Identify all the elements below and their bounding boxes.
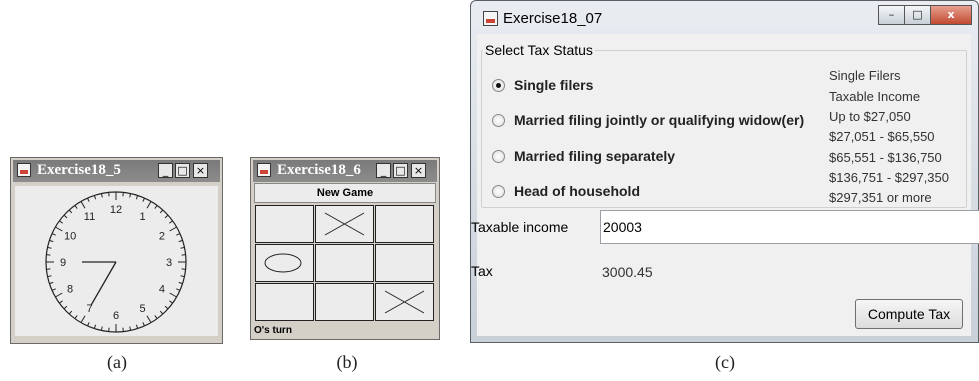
java-app-icon [483, 11, 498, 26]
caption-a: (a) [107, 352, 127, 372]
window-title: Exercise18_07 [503, 10, 603, 27]
clock-face: 121234567891011 [15, 186, 218, 336]
clock-number: 10 [64, 231, 76, 243]
tax-label: Tax [471, 263, 493, 279]
minimize-button[interactable]: – [878, 5, 905, 25]
radio-button[interactable] [492, 114, 505, 127]
radio-label[interactable]: Head of household [514, 183, 640, 199]
info-line: $65,551 - $136,750 [829, 150, 942, 165]
radio-label[interactable]: Single filers [514, 77, 593, 93]
info-line: $297,351 or more [829, 190, 932, 205]
close-button[interactable]: x [930, 5, 972, 25]
x-mark [324, 212, 365, 236]
info-line: Taxable Income [829, 89, 921, 104]
board-cell[interactable] [255, 283, 314, 321]
title-bar[interactable]: Exercise18_5 _ □ × [13, 160, 220, 182]
clock-number: 6 [113, 310, 119, 322]
minimize-button[interactable]: _ [158, 163, 173, 178]
turn-status: O's turn [254, 325, 292, 336]
clock-number: 5 [139, 303, 145, 315]
board-cell[interactable] [375, 283, 434, 321]
java-app-icon [257, 163, 271, 177]
close-button[interactable]: × [193, 163, 208, 178]
maximize-button[interactable]: □ [904, 5, 931, 25]
close-button[interactable]: × [411, 163, 426, 178]
taxable-income-label: Taxable income [471, 219, 569, 235]
caption-b: (b) [336, 352, 358, 372]
new-game-button[interactable]: New Game [254, 183, 436, 203]
clock-number: 8 [67, 284, 73, 296]
board-cell[interactable] [255, 205, 314, 243]
window-content: Select Tax Status Single filers Married … [471, 34, 979, 336]
compute-tax-button[interactable]: Compute Tax [855, 299, 963, 329]
info-line: $27,051 - $65,550 [829, 129, 935, 144]
clock-number: 4 [159, 284, 165, 296]
group-label: Select Tax Status [483, 42, 595, 58]
info-line: $136,751 - $297,350 [829, 170, 949, 185]
window-title: Exercise18_6 [277, 162, 361, 178]
window-title: Exercise18_5 [37, 162, 121, 178]
board-cell[interactable] [375, 244, 434, 282]
board-cell[interactable] [315, 244, 374, 282]
maximize-button[interactable]: □ [393, 163, 408, 178]
radio-button[interactable] [492, 185, 505, 198]
clock-number: 3 [166, 257, 172, 269]
maximize-button[interactable]: □ [175, 163, 190, 178]
clock-number: 2 [159, 231, 165, 243]
board-cell[interactable] [315, 205, 374, 243]
tax-value: 3000.45 [602, 264, 653, 280]
x-mark [384, 290, 425, 314]
clock-window: Exercise18_5 _ □ × 12 1 2 3 4 5 6 7 8 9 10 11 [10, 157, 223, 344]
info-line: Single Filers [829, 68, 901, 83]
radio-label[interactable]: Married filing separately [514, 148, 675, 164]
game-board [254, 205, 436, 323]
o-mark [264, 253, 302, 273]
board-cell[interactable] [315, 283, 374, 321]
clock-number: 1 [139, 211, 145, 223]
radio-button[interactable] [492, 150, 505, 163]
tax-window: Exercise18_07 – □ x Select Tax Status Si… [470, 0, 979, 343]
board-cell[interactable] [375, 205, 434, 243]
radio-button[interactable] [492, 79, 505, 92]
minimize-button[interactable]: _ [376, 163, 391, 178]
title-bar[interactable]: Exercise18_6 _ □ × [253, 160, 437, 182]
taxable-income-input[interactable]: 20003 [600, 210, 979, 244]
clock-number: 9 [60, 257, 66, 269]
board-cell[interactable] [255, 244, 314, 282]
info-line: Up to $27,050 [829, 109, 911, 124]
caption-c: (c) [715, 352, 735, 372]
java-app-icon [17, 163, 31, 177]
clock-number: 12 [110, 204, 122, 216]
radio-label[interactable]: Married filing jointly or qualifying wid… [514, 112, 804, 128]
clock-number: 11 [84, 211, 95, 223]
